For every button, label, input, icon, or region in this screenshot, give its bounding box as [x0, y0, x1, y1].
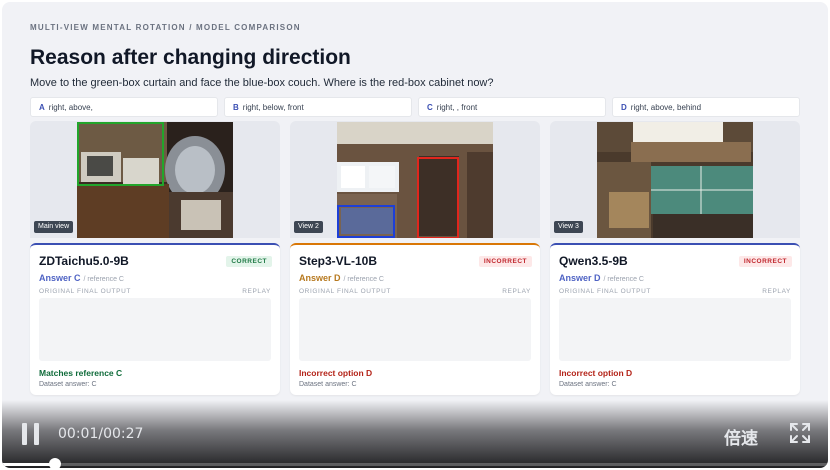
verdict-text: Incorrect option D	[299, 368, 373, 378]
view-3-panel: View 3	[550, 121, 800, 238]
model-answer: Answer C	[39, 273, 81, 283]
replay-button[interactable]: REPLAY	[502, 288, 531, 295]
reference-answer: / reference C	[83, 276, 124, 283]
video-frame: MULTI-VIEW MENTAL ROTATION / MODEL COMPA…	[2, 2, 828, 468]
model-name: Qwen3.5-9B	[559, 254, 628, 268]
model-answer: Answer D	[559, 273, 601, 283]
output-label: ORIGINAL FINAL OUTPUT	[39, 288, 131, 295]
video-player-controls: 00:01/00:27 倍速	[2, 400, 828, 468]
progress-handle[interactable]	[48, 458, 61, 468]
pause-bar-right	[34, 423, 39, 445]
status-badge: CORRECT	[226, 256, 272, 267]
pause-icon[interactable]	[21, 423, 41, 445]
model-name: ZDTaichu5.0-9B	[39, 254, 129, 268]
view-label: View 2	[294, 221, 323, 233]
option-letter: B	[233, 103, 239, 112]
answer-line: Answer D / reference C	[299, 273, 384, 283]
room-photo-view-2	[337, 122, 493, 238]
room-photo-view-3	[597, 122, 753, 238]
model-card: ZDTaichu5.0-9B CORRECT Answer C / referen…	[30, 243, 280, 395]
progress-bar[interactable]	[2, 458, 828, 468]
final-output-box	[559, 298, 791, 361]
model-column-2: View 2 Step3-VL-10B INCORRECT Answer D / …	[290, 121, 540, 395]
view-label: Main view	[34, 221, 74, 233]
final-output-box	[39, 298, 271, 361]
playback-speed-button[interactable]: 倍速	[724, 424, 758, 449]
option-letter: D	[621, 103, 627, 112]
option-text: right, above,	[48, 103, 93, 112]
dataset-answer: Dataset answer: C	[299, 381, 357, 388]
answer-line: Answer D / reference C	[559, 273, 644, 283]
output-label: ORIGINAL FINAL OUTPUT	[299, 288, 391, 295]
option-a: Aright, above,	[30, 97, 218, 117]
view-label: View 3	[554, 221, 583, 233]
progress-fill	[2, 463, 55, 466]
option-letter: A	[39, 103, 45, 112]
option-text: right, , front	[436, 103, 478, 112]
pause-bar-left	[22, 423, 27, 445]
view-2-panel: View 2	[290, 121, 540, 238]
answer-line: Answer C / reference C	[39, 273, 124, 283]
model-column-3: View 3 Qwen3.5-9B INCORRECT Answer D / re…	[550, 121, 800, 395]
final-output-box	[299, 298, 531, 361]
verdict-text: Incorrect option D	[559, 368, 633, 378]
option-b: Bright, below, front	[224, 97, 412, 117]
eyebrow-label: MULTI-VIEW MENTAL ROTATION / MODEL COMPA…	[30, 23, 301, 32]
model-name: Step3-VL-10B	[299, 254, 378, 268]
model-answer: Answer D	[299, 273, 341, 283]
page-title: Reason after changing direction	[30, 46, 351, 69]
playback-time: 00:01/00:27	[58, 426, 144, 442]
model-card: Step3-VL-10B INCORRECT Answer D / referen…	[290, 243, 540, 395]
room-photo-main	[77, 122, 233, 238]
option-text: right, below, front	[242, 103, 304, 112]
status-badge: INCORRECT	[478, 256, 532, 267]
replay-button[interactable]: REPLAY	[242, 288, 271, 295]
verdict-text: Matches reference C	[39, 368, 123, 378]
model-card: Qwen3.5-9B INCORRECT Answer D / reference…	[550, 243, 800, 395]
output-label: ORIGINAL FINAL OUTPUT	[559, 288, 651, 295]
option-letter: C	[427, 103, 433, 112]
fullscreen-icon[interactable]	[789, 422, 811, 444]
reference-answer: / reference C	[603, 276, 644, 283]
dataset-answer: Dataset answer: C	[559, 381, 617, 388]
question-text: Move to the green-box curtain and face t…	[30, 77, 494, 89]
dataset-answer: Dataset answer: C	[39, 381, 97, 388]
status-badge: INCORRECT	[738, 256, 792, 267]
option-text: right, above, behind	[630, 103, 702, 112]
option-d: Dright, above, behind	[612, 97, 800, 117]
option-c: Cright, , front	[418, 97, 606, 117]
replay-button[interactable]: REPLAY	[762, 288, 791, 295]
reference-answer: / reference C	[343, 276, 384, 283]
main-view-panel: Main view	[30, 121, 280, 238]
model-column-1: Main view ZDTaichu5.0-9B CORRECT Answer …	[30, 121, 280, 395]
answer-options: Aright, above, Bright, below, front Crig…	[30, 97, 802, 117]
